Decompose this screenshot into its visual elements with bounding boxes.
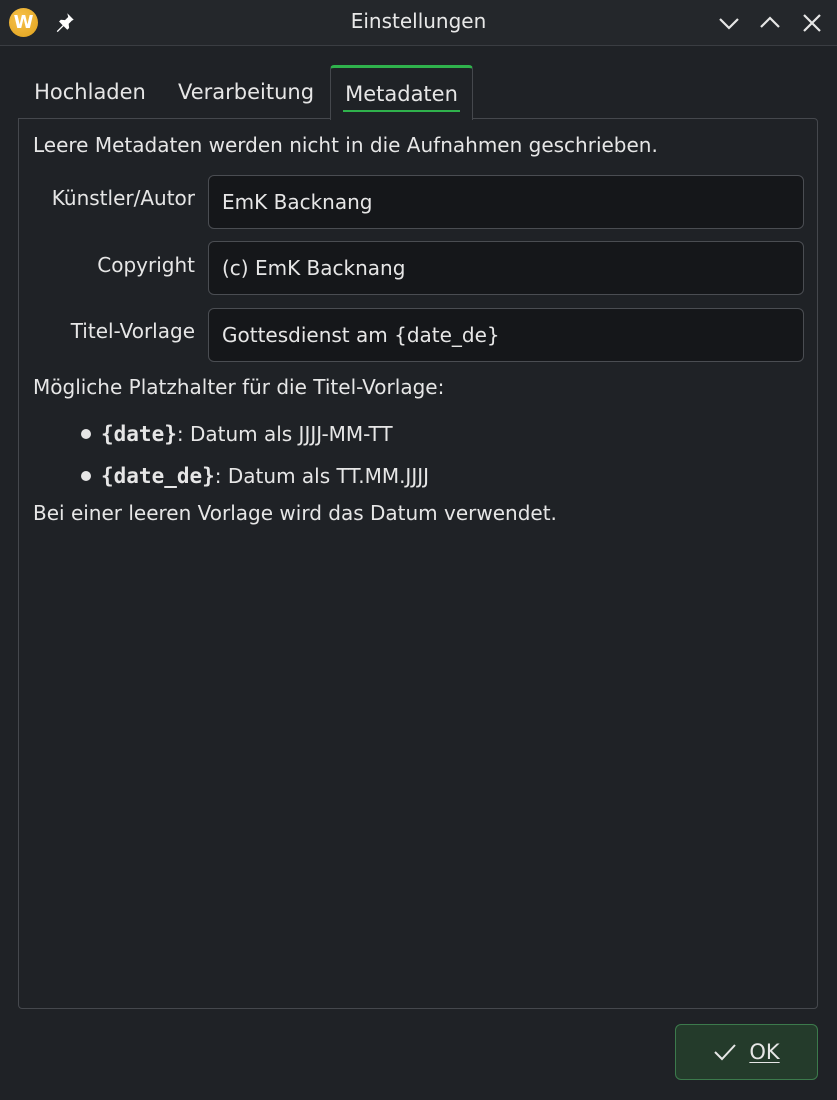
placeholder-code: {date_de} bbox=[101, 464, 215, 488]
artist-input[interactable] bbox=[208, 175, 804, 229]
chevron-down-icon[interactable] bbox=[715, 9, 743, 37]
app-logo: W bbox=[9, 8, 38, 37]
placeholder-code: {date} bbox=[101, 422, 177, 446]
placeholder-heading: Mögliche Platzhalter für die Titel-Vorla… bbox=[33, 375, 445, 399]
close-icon[interactable] bbox=[798, 9, 826, 37]
tab-processing-label: Verarbeitung bbox=[177, 80, 315, 104]
ok-button[interactable]: OK bbox=[675, 1024, 818, 1080]
artist-label: Künstler/Autor bbox=[51, 186, 195, 210]
title-bar: W Einstellungen bbox=[0, 0, 837, 46]
active-tab-indicator bbox=[343, 110, 460, 112]
placeholder-description: : Datum als TT.MM.JJJJ bbox=[214, 464, 430, 488]
list-item: {date_de} : Datum als TT.MM.JJJJ bbox=[81, 455, 429, 497]
placeholder-list: {date} : Datum als JJJJ-MM-TT {date_de} … bbox=[81, 413, 429, 497]
tab-upload[interactable]: Hochladen bbox=[18, 65, 162, 119]
bullet-icon bbox=[81, 471, 91, 481]
tab-metadata-label: Metadaten bbox=[345, 82, 458, 106]
copyright-label: Copyright bbox=[97, 253, 195, 277]
placeholder-description: : Datum als JJJJ-MM-TT bbox=[176, 422, 393, 446]
pin-icon[interactable] bbox=[54, 11, 76, 33]
metadata-info-text: Leere Metadaten werden nicht in die Aufn… bbox=[33, 133, 658, 157]
metadata-panel: Leere Metadaten werden nicht in die Aufn… bbox=[18, 118, 818, 1009]
bullet-icon bbox=[81, 429, 91, 439]
copyright-input[interactable] bbox=[208, 241, 804, 295]
title-template-label: Titel-Vorlage bbox=[70, 319, 195, 343]
ok-button-label: OK bbox=[749, 1040, 780, 1064]
tab-processing[interactable]: Verarbeitung bbox=[162, 65, 330, 119]
check-icon bbox=[714, 1044, 737, 1061]
tab-upload-label: Hochladen bbox=[34, 80, 146, 104]
tab-bar: Hochladen Verarbeitung Metadaten bbox=[18, 65, 818, 120]
chevron-up-icon[interactable] bbox=[756, 9, 784, 37]
app-logo-letter: W bbox=[13, 12, 34, 33]
tab-metadata[interactable]: Metadaten bbox=[330, 65, 473, 120]
empty-template-note: Bei einer leeren Vorlage wird das Datum … bbox=[33, 501, 557, 525]
settings-window: W Einstellungen Hochladen Verarbeitung M… bbox=[0, 0, 837, 1100]
list-item: {date} : Datum als JJJJ-MM-TT bbox=[81, 413, 429, 455]
window-title: Einstellungen bbox=[350, 9, 487, 33]
title-template-input[interactable] bbox=[208, 308, 804, 362]
